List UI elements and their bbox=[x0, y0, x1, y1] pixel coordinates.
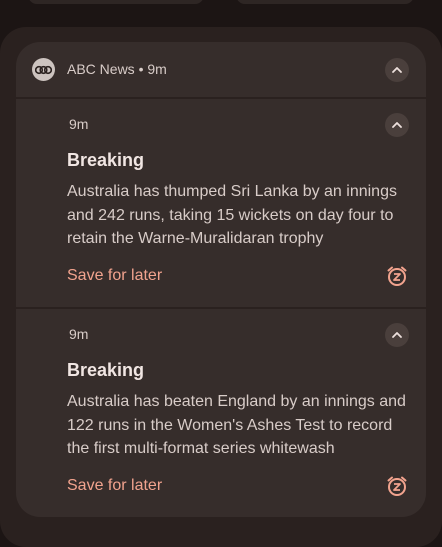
notification-item[interactable]: 9m Breaking Australia has beaten England… bbox=[16, 309, 426, 517]
notification-time: 9m bbox=[69, 326, 89, 342]
alarm-snooze-icon[interactable] bbox=[385, 474, 409, 498]
notification-group-header[interactable]: ABC News • 9m bbox=[16, 42, 426, 97]
notification-title: Breaking bbox=[67, 150, 145, 170]
collapse-notification-button[interactable] bbox=[385, 113, 409, 137]
notification-body: Australia has beaten England by an innin… bbox=[67, 393, 406, 457]
notification-item[interactable]: 9m Breaking Australia has thumped Sri La… bbox=[16, 99, 426, 307]
save-for-later-button[interactable]: Save for later bbox=[67, 267, 162, 285]
previous-notification-edge bbox=[236, 0, 414, 4]
previous-notification-edge bbox=[28, 0, 204, 4]
chevron-up-icon bbox=[392, 122, 402, 128]
separator: • bbox=[138, 61, 144, 77]
chevron-up-icon bbox=[392, 332, 402, 338]
notification-title: Breaking bbox=[67, 360, 145, 380]
app-header-label: ABC News • 9m bbox=[67, 61, 167, 77]
group-time: 9m bbox=[147, 61, 167, 77]
abc-logo-icon bbox=[32, 58, 55, 81]
app-name: ABC News bbox=[67, 61, 135, 77]
save-for-later-button[interactable]: Save for later bbox=[67, 477, 162, 495]
notification-group: ABC News • 9m 9m Breaking Australia has … bbox=[0, 27, 442, 547]
notification-time: 9m bbox=[69, 116, 89, 132]
alarm-snooze-icon[interactable] bbox=[385, 264, 409, 288]
notification-body: Australia has thumped Sri Lanka by an in… bbox=[67, 183, 397, 247]
collapse-notification-button[interactable] bbox=[385, 323, 409, 347]
collapse-group-button[interactable] bbox=[385, 58, 409, 82]
chevron-up-icon bbox=[392, 67, 402, 73]
